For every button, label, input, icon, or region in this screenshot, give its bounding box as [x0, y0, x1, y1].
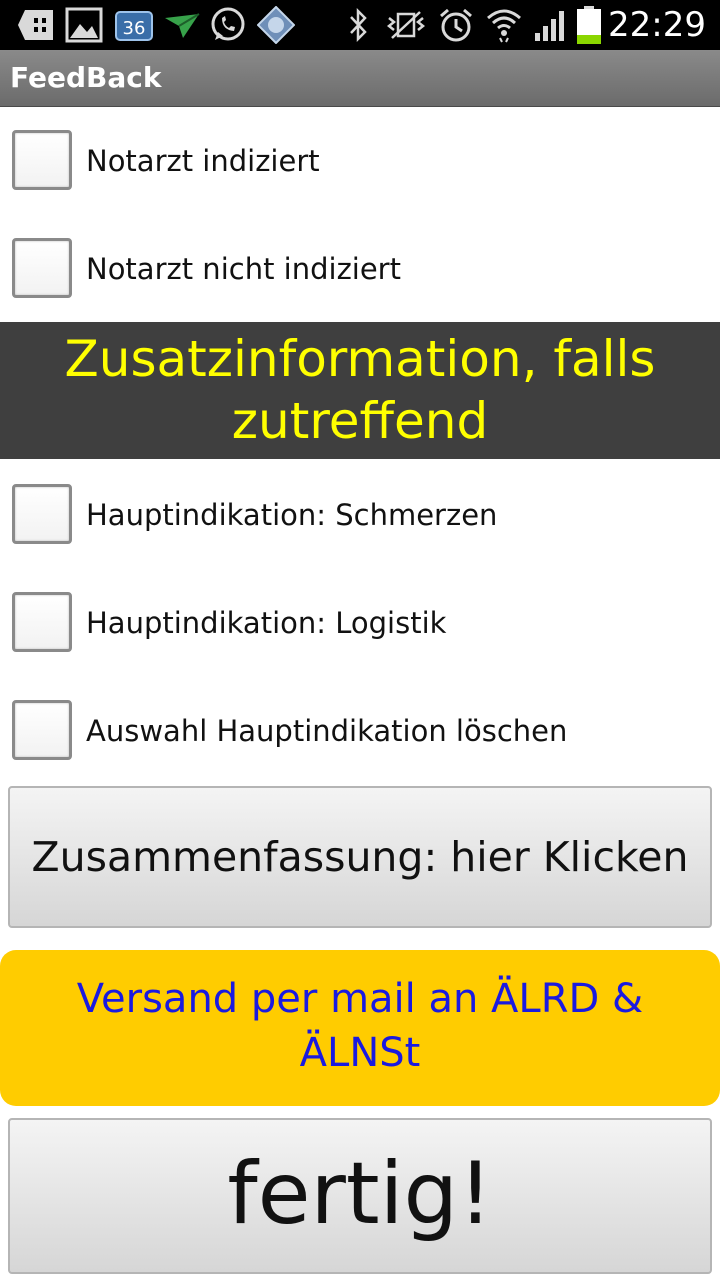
whatsapp-icon [208, 5, 248, 45]
vibrate-icon [386, 5, 426, 45]
checkbox-hauptindikation-logistik[interactable]: Hauptindikation: Logistik [0, 578, 720, 668]
send-mail-label-line2: ÄLNSt [299, 1030, 421, 1076]
send-icon [162, 5, 202, 45]
checkbox-label: Notarzt nicht indiziert [86, 252, 401, 286]
checkbox-hauptindikation-schmerzen[interactable]: Hauptindikation: Schmerzen [0, 470, 720, 560]
checkbox-notarzt-indiziert[interactable]: Notarzt indiziert [0, 116, 720, 206]
checkbox-box[interactable] [12, 238, 72, 298]
checkbox-box[interactable] [12, 130, 72, 190]
checkbox-auswahl-loeschen[interactable]: Auswahl Hauptindikation löschen [0, 686, 720, 776]
bluetooth-icon [344, 5, 372, 45]
gallery-icon [64, 5, 104, 45]
done-button[interactable]: fertig! [8, 1118, 712, 1274]
checkbox-box[interactable] [12, 592, 72, 652]
section-header-line1: Zusatzinformation, falls [64, 330, 656, 388]
wifi-icon [484, 5, 524, 45]
checkbox-box[interactable] [12, 484, 72, 544]
add-icon [16, 5, 56, 45]
section-header-line2: zutreffend [231, 392, 489, 450]
signal-icon [530, 5, 570, 45]
battery-icon [574, 5, 604, 45]
checkbox-label: Hauptindikation: Logistik [86, 606, 447, 640]
badge-count: 36 [123, 18, 146, 39]
app-icon [256, 5, 296, 45]
send-mail-label-line1: Versand per mail an ÄLRD & [76, 976, 644, 1022]
checkbox-label: Hauptindikation: Schmerzen [86, 498, 498, 532]
status-bar: 36 22:29 [0, 0, 720, 50]
checkbox-label: Auswahl Hauptindikation löschen [86, 714, 568, 748]
send-mail-button[interactable]: Versand per mail an ÄLRD & ÄLNSt [0, 950, 720, 1106]
section-header: Zusatzinformation, falls zutreffend [0, 322, 720, 459]
summary-button[interactable]: Zusammenfassung: hier Klicken [8, 786, 712, 928]
calendar-icon: 36 [114, 5, 154, 45]
alarm-icon [436, 5, 476, 45]
status-time: 22:29 [608, 5, 706, 45]
title-bar: FeedBack [0, 50, 720, 107]
page-title: FeedBack [10, 61, 162, 94]
checkbox-label: Notarzt indiziert [86, 144, 320, 178]
checkbox-notarzt-nicht-indiziert[interactable]: Notarzt nicht indiziert [0, 224, 720, 314]
checkbox-box[interactable] [12, 700, 72, 760]
